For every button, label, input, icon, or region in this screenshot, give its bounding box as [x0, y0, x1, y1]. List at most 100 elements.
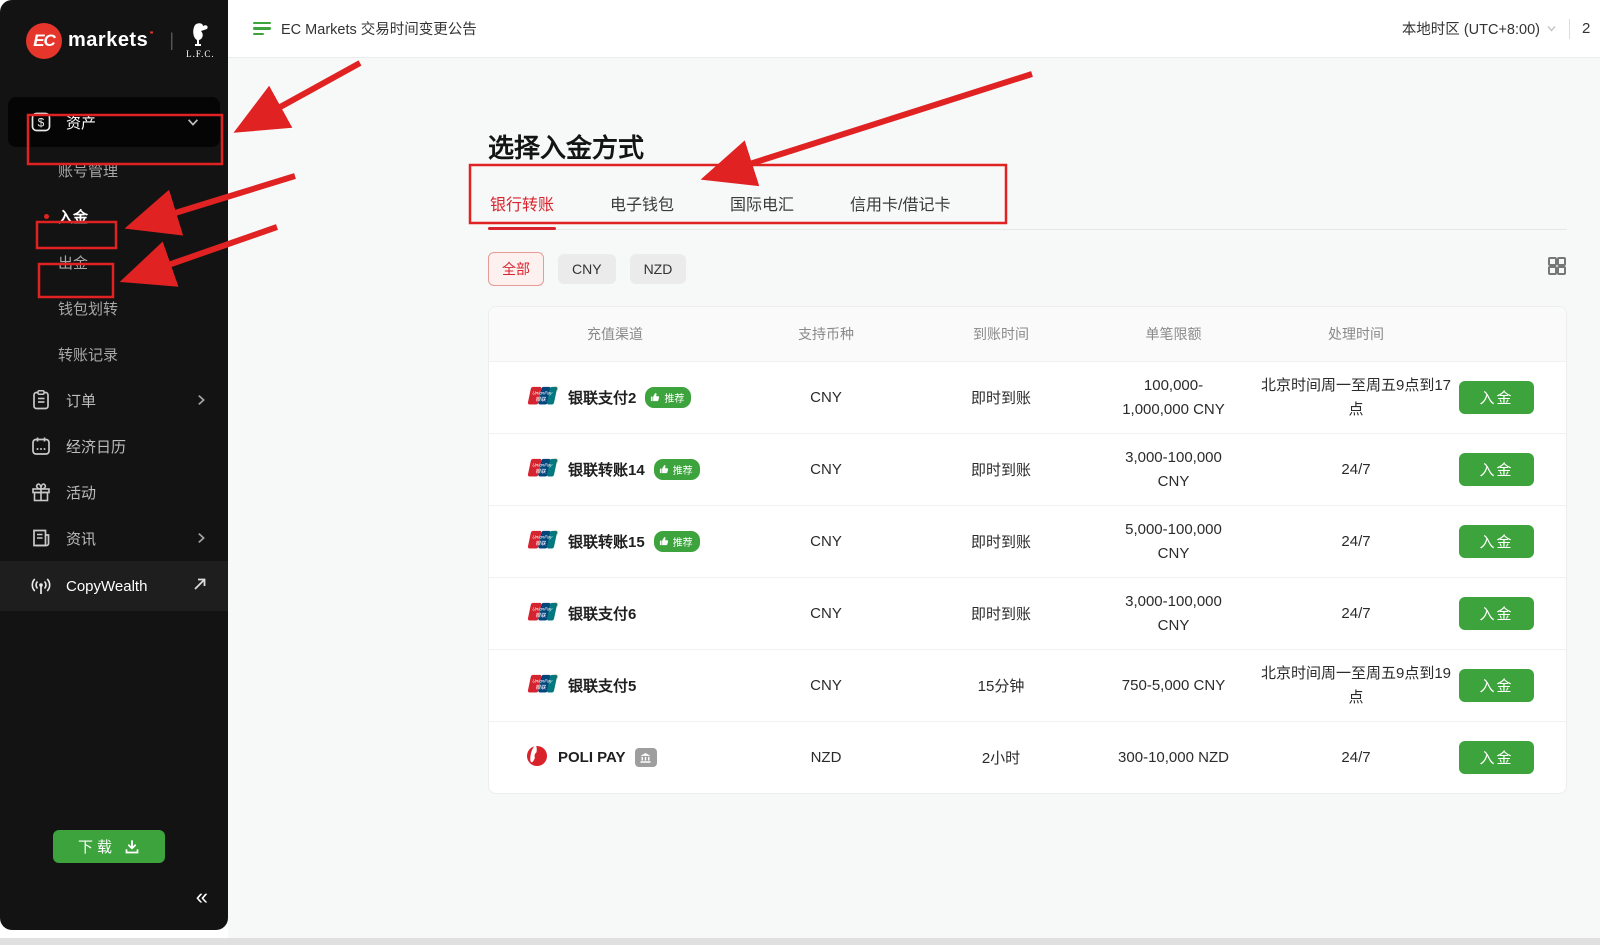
horizontal-scrollbar[interactable] [0, 938, 1600, 945]
processing-cell: 北京时间周一至周五9点到19点 [1256, 662, 1456, 709]
deposit-button[interactable]: 入金 [1459, 381, 1534, 414]
processing-cell: 24/7 [1256, 602, 1456, 625]
sidebar-item-label: 订单 [66, 390, 194, 411]
unionpay-icon: UnionPay银联 [525, 673, 559, 699]
channel-name: 银联转账15 [568, 531, 645, 552]
sidebar-item-wallet-transfer[interactable]: 钱包划转 [0, 285, 228, 331]
tab-1[interactable]: 电子钱包 [608, 191, 676, 229]
filter-chip-CNY[interactable]: CNY [558, 254, 616, 284]
chevron-down-icon [1546, 23, 1557, 34]
limit-cell: 100,000-1,000,000 CNY [1118, 374, 1230, 421]
filter-chip-全部[interactable]: 全部 [488, 252, 544, 286]
sidebar-item-account-management[interactable]: 账号管理 [0, 147, 228, 193]
announcement-banner[interactable]: EC Markets 交易时间变更公告 [253, 18, 477, 39]
deposit-channels-table: 充值渠道支持币种到账时间单笔限额处理时间 UnionPay银联银联支付2推荐CN… [488, 306, 1567, 794]
sidebar-item-deposit[interactable]: 入金 [0, 193, 228, 239]
sidebar-item-label: 账号管理 [58, 160, 208, 181]
svg-text:$: $ [38, 116, 45, 130]
arrival-cell: 即时到账 [911, 603, 1091, 624]
sidebar-item-label: 出金 [58, 252, 208, 273]
svg-text:UnionPay: UnionPay [532, 534, 554, 539]
main-content: 选择入金方式 银行转账电子钱包国际电汇信用卡/借记卡 全部CNYNZD 充值渠道… [228, 58, 1600, 938]
unionpay-icon: UnionPay银联 [525, 529, 559, 555]
sidebar-item-activities[interactable]: 活动 [0, 469, 228, 515]
grid-view-icon[interactable] [1547, 256, 1567, 276]
channel-name: 银联支付5 [568, 675, 636, 696]
unionpay-icon: UnionPay银联 [525, 457, 559, 483]
sidebar-item-withdraw[interactable]: 出金 [0, 239, 228, 285]
sidebar-item-news[interactable]: 资讯 [0, 515, 228, 561]
tab-0[interactable]: 银行转账 [488, 191, 556, 229]
sidebar-item-label: 入金 [58, 206, 208, 227]
sidebar-item-copywealth[interactable]: CopyWealth [0, 561, 228, 611]
svg-text:UnionPay: UnionPay [532, 678, 554, 683]
deposit-button[interactable]: 入金 [1459, 597, 1534, 630]
sidebar: EC markets˙ | L.F.C. $ 资产账号管理入金出金钱包划转转账记录… [0, 0, 228, 930]
recommended-badge: 推荐 [654, 531, 700, 552]
brand-markets-label: markets˙ [68, 29, 155, 52]
arrival-cell: 即时到账 [911, 387, 1091, 408]
deposit-button[interactable]: 入金 [1459, 669, 1534, 702]
topbar-divider [1569, 19, 1570, 39]
table-header-0: 充值渠道 [489, 324, 741, 344]
table-header-3: 单笔限额 [1091, 324, 1256, 344]
table-header-1: 支持币种 [741, 324, 911, 344]
announcement-list-icon [253, 22, 271, 36]
deposit-button[interactable]: 入金 [1459, 453, 1534, 486]
table-row: UnionPay银联银联支付5CNY15分钟750-5,000 CNY北京时间周… [489, 649, 1566, 721]
lfc-logo: L.F.C. [186, 22, 215, 59]
sidebar-collapse-button[interactable]: « [196, 884, 208, 910]
sidebar-item-label: 资产 [66, 112, 186, 133]
unionpay-icon: UnionPay银联 [525, 601, 559, 627]
sidebar-item-label: 转账记录 [58, 344, 208, 365]
download-icon [124, 839, 140, 855]
currency-cell: CNY [741, 389, 911, 406]
channel-cell: UnionPay银联银联支付5 [489, 673, 741, 699]
timezone-selector[interactable]: 本地时区 (UTC+8:00) [1402, 18, 1557, 39]
currency-cell: CNY [741, 677, 911, 694]
channel-name: 银联支付6 [568, 603, 636, 624]
broadcast-icon [30, 575, 52, 597]
poli-icon [525, 744, 549, 772]
brand-logo[interactable]: EC markets˙ | L.F.C. [0, 0, 228, 79]
sidebar-item-economic-calendar[interactable]: 经济日历 [0, 423, 228, 469]
table-header-2: 到账时间 [911, 324, 1091, 344]
download-button[interactable]: 下载 [53, 830, 165, 863]
arrival-cell: 即时到账 [911, 459, 1091, 480]
deposit-button[interactable]: 入金 [1459, 741, 1534, 774]
arrival-cell: 2小时 [911, 747, 1091, 768]
sidebar-item-label: 经济日历 [66, 436, 208, 457]
svg-text:UnionPay: UnionPay [532, 390, 554, 395]
channel-cell: UnionPay银联银联转账15 推荐 [489, 529, 741, 555]
table-row: UnionPay银联银联转账15推荐CNY即时到账5,000-100,000 C… [489, 505, 1566, 577]
page: EC Markets 交易时间变更公告 本地时区 (UTC+8:00) 2 选择… [0, 0, 1600, 945]
limit-cell: 300-10,000 NZD [1118, 746, 1230, 769]
channel-cell: UnionPay银联银联转账14推荐 [489, 457, 741, 483]
sidebar-item-orders[interactable]: 订单 [0, 377, 228, 423]
svg-text:UnionPay: UnionPay [532, 606, 554, 611]
table-row: UnionPay银联银联支付2推荐CNY即时到账 100,000-1,000,00… [489, 361, 1566, 433]
deposit-button[interactable]: 入金 [1459, 525, 1534, 558]
currency-cell: NZD [741, 749, 911, 766]
ec-logo-icon: EC [26, 23, 62, 59]
channel-cell: POLI PAY [489, 744, 741, 772]
processing-cell: 24/7 [1256, 746, 1456, 769]
channel-name: 银联支付2 [568, 387, 636, 408]
unionpay-icon: UnionPay银联 [525, 385, 559, 411]
table-row: POLI PAYNZD2小时 300-10,000 NZD 24/7入金 [489, 721, 1566, 793]
sidebar-item-label: 资讯 [66, 528, 194, 549]
bank-transfer-badge [635, 748, 657, 767]
arrival-cell: 15分钟 [911, 675, 1091, 696]
table-header-4: 处理时间 [1256, 324, 1456, 344]
tab-2[interactable]: 国际电汇 [728, 191, 796, 229]
sidebar-item-transfer-records[interactable]: 转账记录 [0, 331, 228, 377]
sidebar-item-label: 钱包划转 [58, 298, 208, 319]
table-row: UnionPay银联银联支付6CNY即时到账3,000-100,000 CNY2… [489, 577, 1566, 649]
tab-3[interactable]: 信用卡/借记卡 [848, 191, 952, 229]
active-dot [44, 214, 49, 219]
filter-chip-NZD[interactable]: NZD [630, 254, 687, 284]
channel-cell: UnionPay银联银联支付2推荐 [489, 385, 741, 411]
sidebar-item-assets[interactable]: $ 资产 [8, 97, 220, 147]
channel-name: 银联转账14 [568, 459, 645, 480]
sidebar-item-label: CopyWealth [66, 578, 192, 595]
